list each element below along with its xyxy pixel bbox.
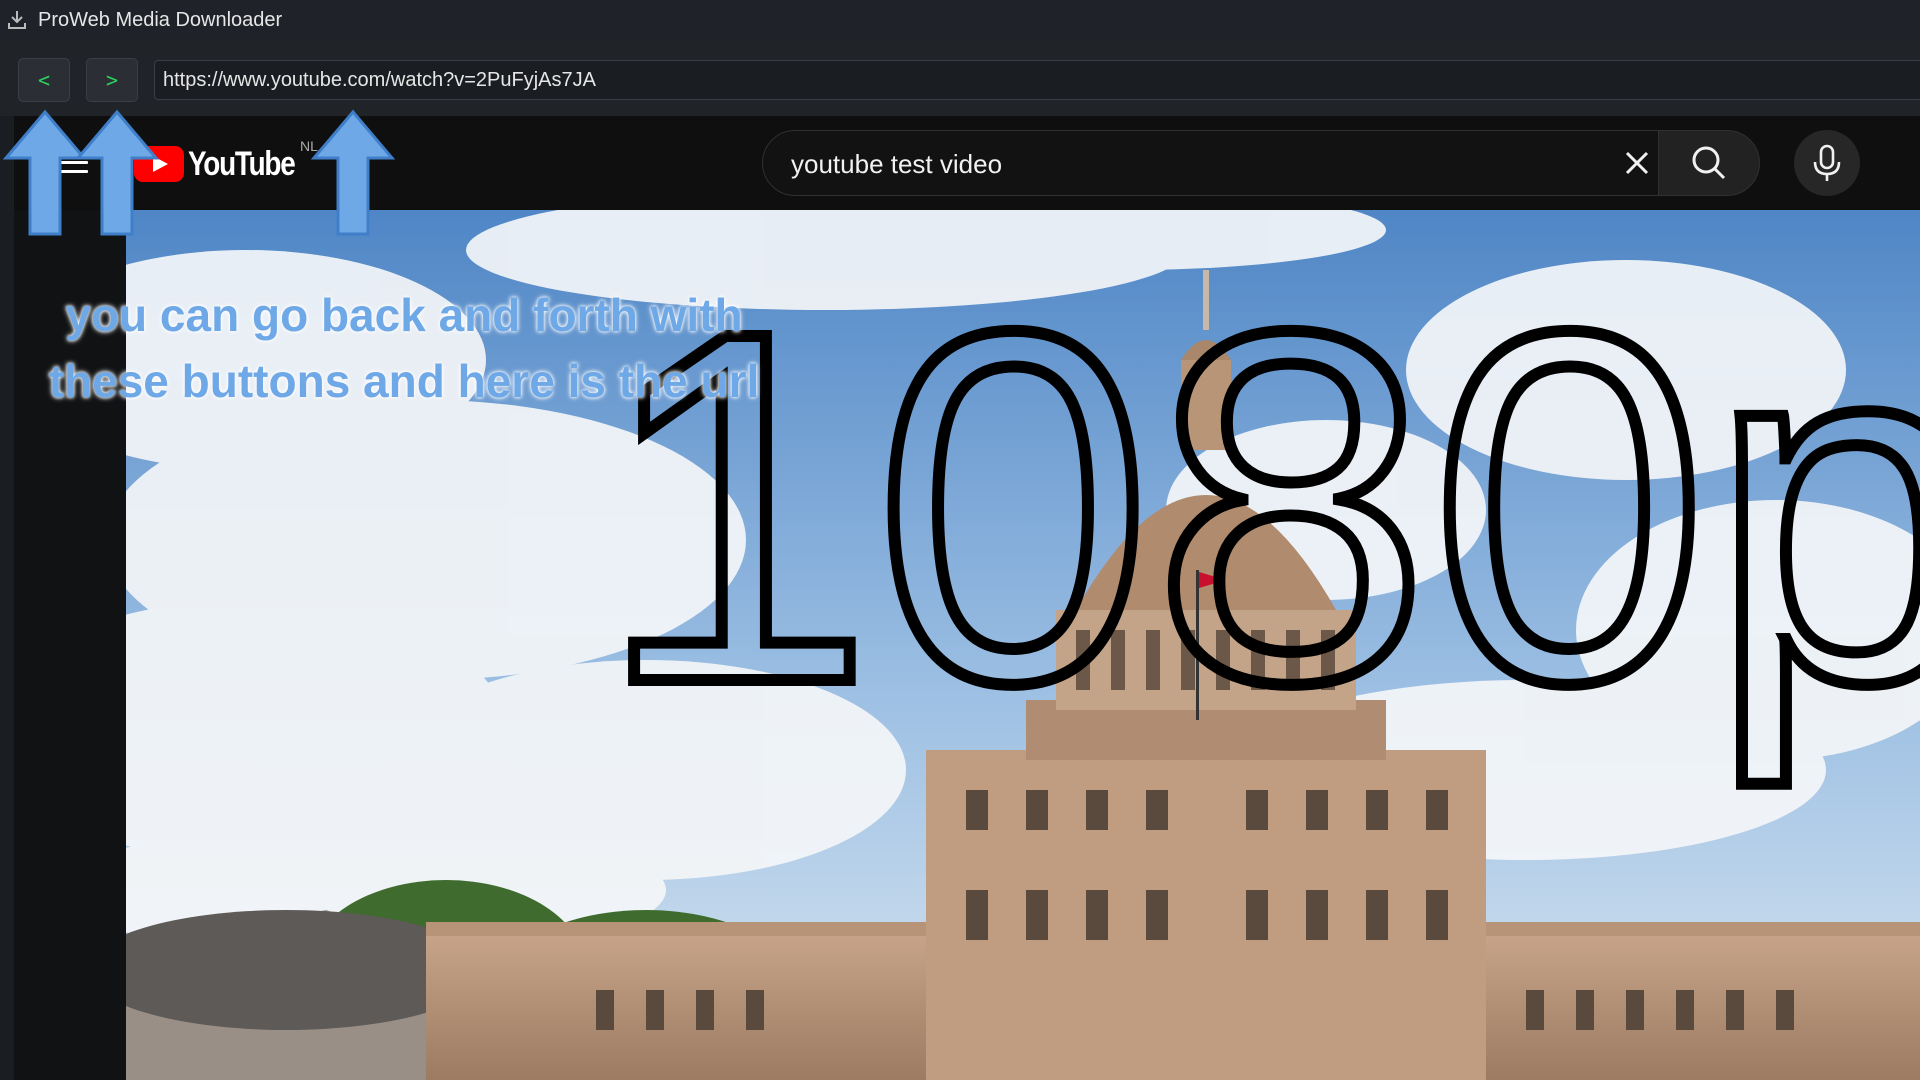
up-arrow-icon: [310, 109, 396, 236]
url-input[interactable]: [154, 60, 1920, 100]
search-button[interactable]: [1658, 130, 1760, 196]
web-view[interactable]: YouTube NL youtube test video 1080p: [14, 116, 1920, 1080]
voice-search-button[interactable]: [1794, 130, 1860, 196]
annotation-line-1: you can go back and forth with: [65, 289, 743, 341]
annotation-line-2: these buttons and here is the url: [48, 355, 760, 407]
download-icon: [8, 11, 26, 29]
title-bar: ProWeb Media Downloader: [0, 0, 1920, 40]
up-arrow-icon: [74, 109, 160, 236]
search-query: youtube test video: [791, 149, 1003, 179]
microphone-icon: [1813, 144, 1841, 181]
close-icon[interactable]: [1619, 145, 1655, 181]
youtube-header: YouTube NL youtube test video: [14, 116, 1920, 210]
navigation-bar: < >: [0, 40, 1920, 116]
app-title: ProWeb Media Downloader: [38, 8, 283, 31]
annotation-text: you can go back and forth with these but…: [24, 282, 784, 414]
youtube-logo-text: YouTube: [188, 144, 296, 183]
search-input[interactable]: youtube test video: [762, 130, 1674, 196]
video-resolution-text: 1080p: [596, 227, 1920, 789]
forward-button[interactable]: >: [86, 58, 138, 102]
search-icon: [1692, 146, 1726, 180]
back-button[interactable]: <: [18, 58, 70, 102]
